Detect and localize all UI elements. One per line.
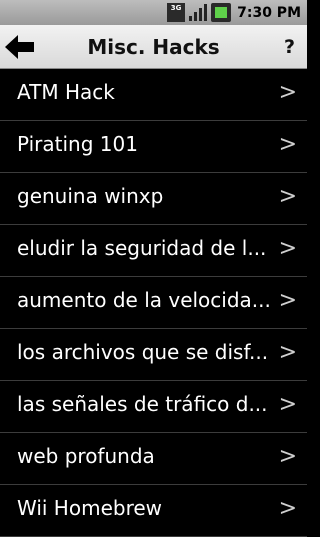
- list-item-label: web profunda: [17, 444, 155, 468]
- list-item[interactable]: eludir la seguridad de l... >: [0, 225, 307, 277]
- chevron-right-icon: >: [278, 132, 297, 157]
- signal-strength-icon: [188, 3, 208, 22]
- list-item[interactable]: genuina winxp >: [0, 173, 307, 225]
- list-item-label: Wii Homebrew: [17, 496, 163, 520]
- list-item[interactable]: aumento de la velocida... >: [0, 277, 307, 329]
- page-title: Misc. Hacks: [87, 35, 220, 59]
- status-clock: 7:30 PM: [237, 4, 301, 21]
- list-item[interactable]: las señales de tráfico d... >: [0, 381, 307, 433]
- chevron-right-icon: >: [278, 288, 297, 313]
- list-item[interactable]: Wii Homebrew >: [0, 485, 307, 537]
- chevron-right-icon: >: [278, 340, 297, 365]
- chevron-right-icon: >: [278, 496, 297, 521]
- list-item-label: las señales de tráfico d...: [17, 392, 268, 416]
- chevron-right-icon: >: [278, 236, 297, 261]
- list-item-label: ATM Hack: [17, 80, 115, 104]
- hack-list: ATM Hack > Pirating 101 > genuina winxp …: [0, 69, 307, 537]
- list-item[interactable]: web profunda >: [0, 433, 307, 485]
- status-bar: 3G 7:30 PM: [0, 0, 307, 25]
- list-item-label: aumento de la velocida...: [17, 288, 271, 312]
- list-item[interactable]: Pirating 101 >: [0, 121, 307, 173]
- network-3g-icon: 3G: [167, 3, 186, 22]
- list-item[interactable]: los archivos que se disf... >: [0, 329, 307, 381]
- title-bar: Misc. Hacks ?: [0, 25, 307, 69]
- list-item-label: los archivos que se disf...: [17, 340, 269, 364]
- chevron-right-icon: >: [278, 80, 297, 105]
- chevron-right-icon: >: [278, 444, 297, 469]
- chevron-right-icon: >: [278, 184, 297, 209]
- list-item-label: Pirating 101: [17, 132, 138, 156]
- help-button[interactable]: ?: [284, 25, 295, 69]
- list-item[interactable]: ATM Hack >: [0, 69, 307, 121]
- list-item-label: eludir la seguridad de l...: [17, 236, 267, 260]
- battery-icon: [211, 3, 232, 22]
- list-item-label: genuina winxp: [17, 184, 164, 208]
- chevron-right-icon: >: [278, 392, 297, 417]
